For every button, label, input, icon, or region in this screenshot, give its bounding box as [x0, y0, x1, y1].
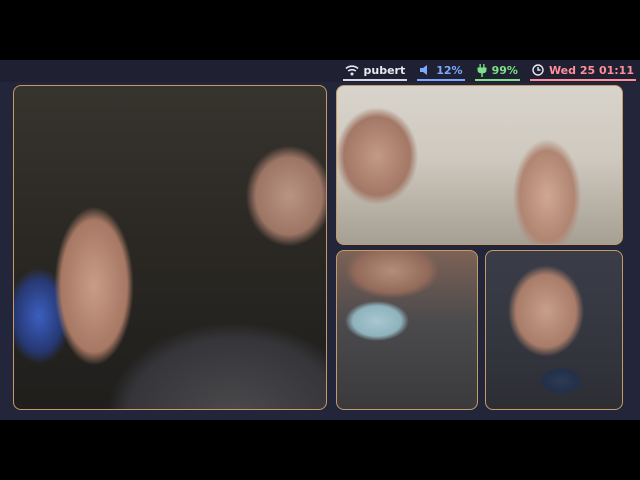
- tiled-window-top-right[interactable]: [336, 85, 623, 245]
- tiled-window-bottom-middle[interactable]: [336, 250, 478, 410]
- screen: pubert 12% 99% Wed 25 01:11: [0, 0, 640, 480]
- wifi-icon: [344, 64, 359, 76]
- wifi-network-name: pubert: [363, 63, 406, 77]
- tiled-window-main[interactable]: [13, 85, 327, 410]
- wifi-module[interactable]: pubert: [342, 61, 408, 81]
- status-bar: pubert 12% 99% Wed 25 01:11: [0, 60, 640, 82]
- clock-module[interactable]: Wed 25 01:11: [529, 61, 636, 81]
- speaker-icon: [419, 64, 431, 76]
- tiled-window-bottom-right[interactable]: [485, 250, 623, 410]
- status-modules: pubert 12% 99% Wed 25 01:11: [342, 60, 636, 82]
- volume-level: 12%: [436, 63, 463, 77]
- tiling-desktop: pubert 12% 99% Wed 25 01:11: [0, 60, 640, 420]
- volume-module[interactable]: 12%: [417, 61, 465, 81]
- battery-module[interactable]: 99%: [474, 61, 520, 81]
- plug-icon: [477, 63, 487, 77]
- clock-icon: [532, 64, 544, 76]
- battery-level: 99%: [491, 63, 518, 77]
- clock-text: Wed 25 01:11: [548, 63, 634, 77]
